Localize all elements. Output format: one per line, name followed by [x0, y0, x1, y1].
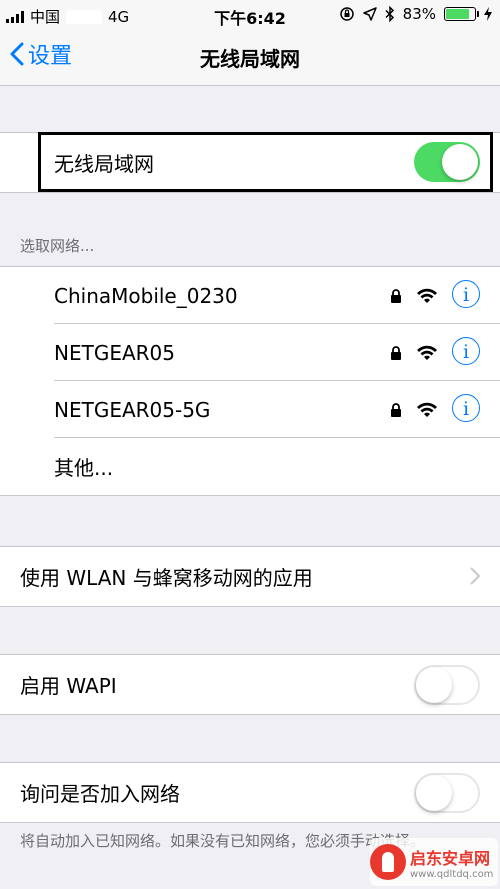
ask-join-row: 询问是否加入网络	[0, 763, 500, 822]
info-button[interactable]: i	[452, 394, 480, 422]
lock-icon	[391, 403, 401, 417]
apps-wlan-cellular-row[interactable]: 使用 WLAN 与蜂窝移动网的应用	[0, 547, 500, 606]
watermark: 启东安卓网 www.qdltdq.com	[370, 838, 498, 886]
highlight-annotation-box	[38, 132, 493, 192]
battery-level	[446, 9, 470, 19]
lock-icon	[391, 346, 401, 360]
lock-icon	[391, 289, 401, 303]
watermark-text: 启东安卓网 www.qdltdq.com	[410, 845, 493, 880]
toggle-knob	[416, 667, 452, 703]
networks-section-header: 选取网络...	[20, 237, 95, 255]
watermark-logo-icon	[370, 844, 406, 880]
chevron-right-icon	[470, 567, 480, 585]
network-name: ChinaMobile_0230	[54, 283, 238, 308]
apps-wlan-cellular-label: 使用 WLAN 与蜂窝移动网的应用	[20, 566, 313, 590]
battery-percent: 83%	[402, 5, 436, 23]
wapi-toggle-switch[interactable]	[414, 665, 480, 705]
battery-icon	[444, 7, 479, 21]
wifi-signal-icon	[417, 402, 437, 417]
ask-join-toggle-switch[interactable]	[414, 773, 480, 813]
network-row-chinamobile[interactable]: ChinaMobile_0230 i	[0, 267, 500, 324]
wapi-row: 启用 WAPI	[0, 655, 500, 714]
charging-icon	[484, 7, 492, 21]
bluetooth-icon	[385, 6, 394, 22]
wapi-group: 启用 WAPI	[0, 654, 500, 715]
watermark-url: www.qdltdq.com	[410, 868, 494, 880]
other-network-label: 其他...	[54, 456, 114, 480]
network-row-netgear05-5g[interactable]: NETGEAR05-5G i	[0, 381, 500, 438]
info-button[interactable]: i	[452, 280, 480, 308]
status-bar: 中国 4G 下午6:42 83%	[0, 0, 500, 30]
network-row-netgear05[interactable]: NETGEAR05 i	[0, 324, 500, 381]
ask-join-label: 询问是否加入网络	[20, 782, 180, 806]
apps-group: 使用 WLAN 与蜂窝移动网的应用	[0, 546, 500, 607]
ask-join-group: 询问是否加入网络	[0, 762, 500, 823]
status-right: 83%	[339, 5, 492, 23]
info-button[interactable]: i	[452, 337, 480, 365]
network-name: NETGEAR05	[54, 340, 175, 365]
wifi-signal-icon	[417, 345, 437, 360]
orientation-lock-icon	[339, 7, 354, 21]
network-name: NETGEAR05-5G	[54, 397, 211, 422]
navigation-bar: 设置 无线局域网	[0, 30, 500, 86]
wifi-signal-icon	[417, 288, 437, 303]
network-list: ChinaMobile_0230 i NETGEAR05 i NETGEAR05…	[0, 266, 500, 496]
page-title: 无线局域网	[200, 47, 300, 71]
location-icon	[362, 7, 377, 21]
other-network-row[interactable]: 其他...	[0, 438, 500, 495]
watermark-title: 启东安卓网	[410, 848, 491, 868]
toggle-knob	[416, 775, 452, 811]
wapi-label: 启用 WAPI	[20, 674, 117, 698]
